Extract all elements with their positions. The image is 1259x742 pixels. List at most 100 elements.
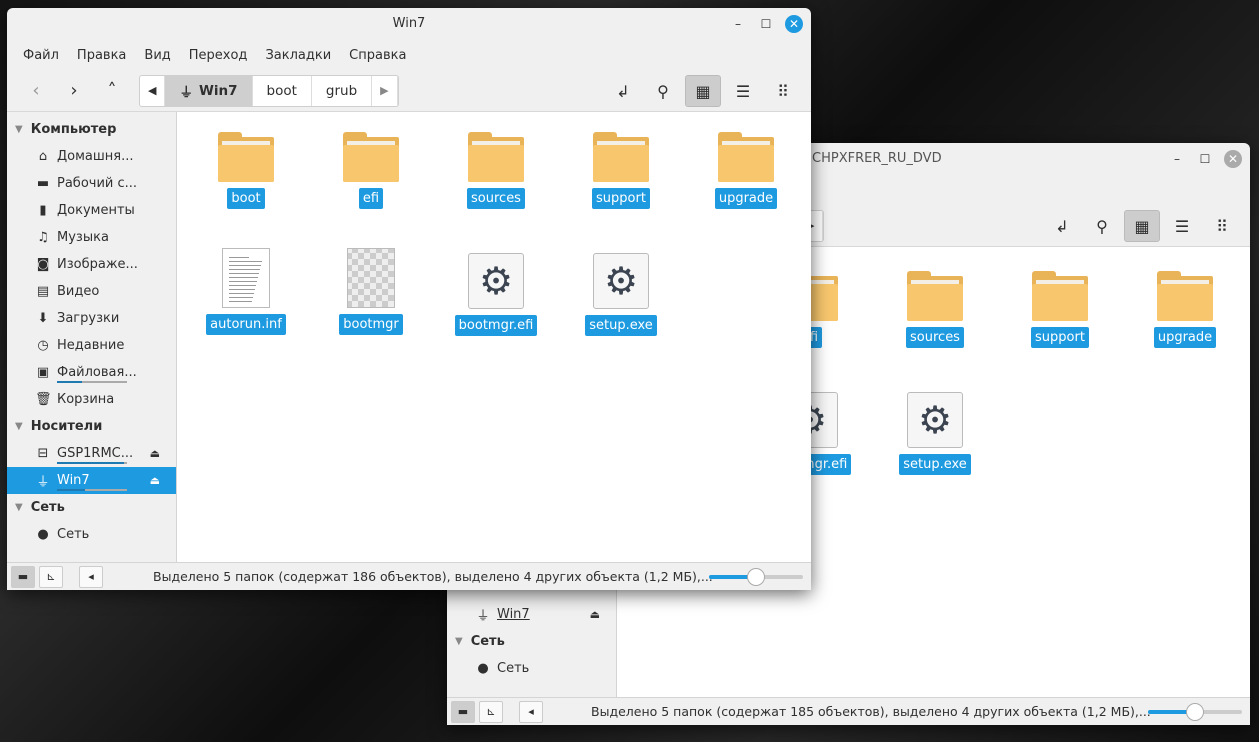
file-label: setup.exe (585, 315, 657, 336)
front-window[interactable]: Win7 – ☐ ✕ Файл Правка Вид Переход Закладки С… (7, 8, 811, 590)
file-label: support (1031, 327, 1089, 348)
file-item[interactable]: ⚙ setup.exe (566, 253, 676, 336)
toggle-location-button[interactable]: ↲ (1044, 210, 1080, 242)
forward-button[interactable]: › (55, 80, 93, 101)
title-bar[interactable]: Win7 – ☐ ✕ (7, 8, 811, 40)
list-view-button[interactable]: ☰ (725, 75, 761, 107)
sidebar-item[interactable]: ⬇ Загрузки (7, 305, 176, 332)
filesystem-icon: ▣ (36, 365, 50, 380)
menu-item[interactable]: Правка (69, 48, 134, 63)
sidebar-item-label: Загрузки (57, 311, 120, 326)
toggle-sidebar-button[interactable]: ◂ (519, 700, 543, 723)
sidebar-item[interactable]: ⌂ Домашня... (7, 143, 176, 170)
section-title: Носители (30, 419, 103, 434)
zoom-slider[interactable] (709, 567, 803, 586)
file-item[interactable]: efi (316, 132, 426, 209)
sidebar-item-label: Документы (57, 203, 135, 218)
sidebar-item[interactable]: 🗑︎ Корзина (7, 386, 176, 413)
back-button[interactable]: ‹ (17, 80, 55, 101)
sidebar-item-label: GSP1RMC... (57, 446, 134, 461)
sidebar-item[interactable]: ▬ Рабочий с... (7, 170, 176, 197)
menu-item[interactable]: Переход (181, 48, 256, 63)
sidebar: ▼ Компьютер ⌂ Домашня... ▬ Рабочий с... ▮ Докум… (7, 112, 177, 562)
toggle-sidebar-button[interactable]: ◂ (79, 565, 103, 588)
status-text: Выделено 5 папок (содержат 185 объектов)… (591, 704, 1151, 719)
folder-icon (718, 132, 774, 182)
sidebar-item[interactable]: ▮ Документы (7, 197, 176, 224)
usage-bar (57, 462, 127, 464)
breadcrumb-win7[interactable]: ⏚ Win7 (165, 75, 253, 106)
sidebar-section-network[interactable]: ▼ Сеть (447, 628, 616, 655)
breadcrumb-forward-arrow[interactable]: ▶ (372, 75, 398, 106)
maximize-button[interactable]: ☐ (757, 15, 775, 33)
compact-view-button[interactable]: ⠿ (765, 75, 801, 107)
sidebar-item[interactable]: ● Сеть (7, 521, 176, 548)
toggle-location-button[interactable]: ↲ (605, 75, 641, 107)
file-item[interactable]: autorun.inf (191, 248, 301, 335)
sidebar-section-header[interactable]: ▼ Компьютер (7, 116, 176, 143)
search-button[interactable]: ⚲ (645, 75, 681, 107)
file-item[interactable]: boot (191, 132, 301, 209)
window-title: CHPXFRER_RU_DVD (812, 151, 942, 166)
sidebar-item[interactable]: ▤ Видео (7, 278, 176, 305)
file-item[interactable]: support (566, 132, 676, 209)
file-item[interactable]: ⚙ bootmgr.efi (441, 253, 551, 336)
sidebar-item-network[interactable]: ● Сеть (447, 655, 616, 682)
places-button[interactable]: ▬ (11, 565, 35, 588)
sidebar-item[interactable]: ▣ Файловая... (7, 359, 176, 386)
eject-icon[interactable]: ⏏ (150, 474, 160, 487)
search-button[interactable]: ⚲ (1084, 210, 1120, 242)
places-button[interactable]: ▬ (451, 700, 475, 723)
collapse-triangle-icon[interactable]: ▼ (15, 421, 23, 432)
zoom-slider[interactable] (1148, 702, 1242, 721)
menu-item[interactable]: Закладки (257, 48, 339, 63)
collapse-triangle-icon[interactable]: ▼ (15, 502, 23, 513)
folder-icon (468, 132, 524, 182)
executable-gear-icon: ⚙ (468, 253, 524, 309)
file-label: bootmgr (339, 314, 403, 335)
desktop-icon: ▬ (36, 176, 50, 191)
sidebar-item-win7[interactable]: ⏚ Win7 ⏏ (447, 601, 616, 628)
sidebar-item[interactable]: ◷ Недавние (7, 332, 176, 359)
sidebar-section-header[interactable]: ▼ Сеть (7, 494, 176, 521)
sidebar-item[interactable]: ♫ Музыка (7, 224, 176, 251)
file-grid[interactable]: boot efi sources support upgrade autorun.inf b… (177, 112, 811, 562)
file-item[interactable]: upgrade (1130, 271, 1240, 348)
tree-button[interactable]: ⊾ (479, 700, 503, 723)
menu-item[interactable]: Справка (341, 48, 414, 63)
icon-view-button[interactable]: ▦ (1124, 210, 1160, 242)
file-item[interactable]: bootmgr (316, 248, 426, 335)
list-view-button[interactable]: ☰ (1164, 210, 1200, 242)
download-icon: ⬇ (37, 311, 49, 326)
minimize-button[interactable]: – (729, 15, 747, 33)
sidebar-item[interactable]: ◙ Изображе... (7, 251, 176, 278)
maximize-button[interactable]: ☐ (1196, 150, 1214, 168)
file-label: sources (467, 188, 525, 209)
breadcrumb: ◀ ⏚ Win7 boot grub ▶ (139, 74, 399, 107)
close-button[interactable]: ✕ (1224, 150, 1242, 168)
sidebar-item[interactable]: ⏚ Win7 ⏏ (7, 467, 176, 494)
compact-view-button[interactable]: ⠿ (1204, 210, 1240, 242)
eject-icon[interactable]: ⏏ (150, 447, 160, 460)
up-button[interactable]: ˄ (93, 80, 131, 101)
collapse-triangle-icon[interactable]: ▼ (15, 124, 23, 135)
breadcrumb-boot[interactable]: boot (253, 75, 312, 106)
sidebar-item[interactable]: ⊟ GSP1RMC... ⏏ (7, 440, 176, 467)
close-button[interactable]: ✕ (785, 15, 803, 33)
file-item[interactable]: sources (441, 132, 551, 209)
tree-button[interactable]: ⊾ (39, 565, 63, 588)
icon-view-button[interactable]: ▦ (685, 75, 721, 107)
file-item[interactable]: sources (880, 271, 990, 348)
eject-icon[interactable]: ⏏ (590, 608, 600, 621)
breadcrumb-grub[interactable]: grub (312, 75, 373, 106)
minimize-button[interactable]: – (1168, 150, 1186, 168)
globe-icon: ● (477, 661, 489, 676)
breadcrumb-back-arrow[interactable]: ◀ (140, 75, 166, 106)
sidebar-section-header[interactable]: ▼ Носители (7, 413, 176, 440)
file-item[interactable]: upgrade (691, 132, 801, 209)
menu-item[interactable]: Файл (15, 48, 67, 63)
file-item[interactable]: support (1005, 271, 1115, 348)
file-item[interactable]: ⚙ setup.exe (880, 392, 990, 475)
menu-item[interactable]: Вид (136, 48, 178, 63)
sidebar-item-label: Видео (57, 284, 100, 299)
